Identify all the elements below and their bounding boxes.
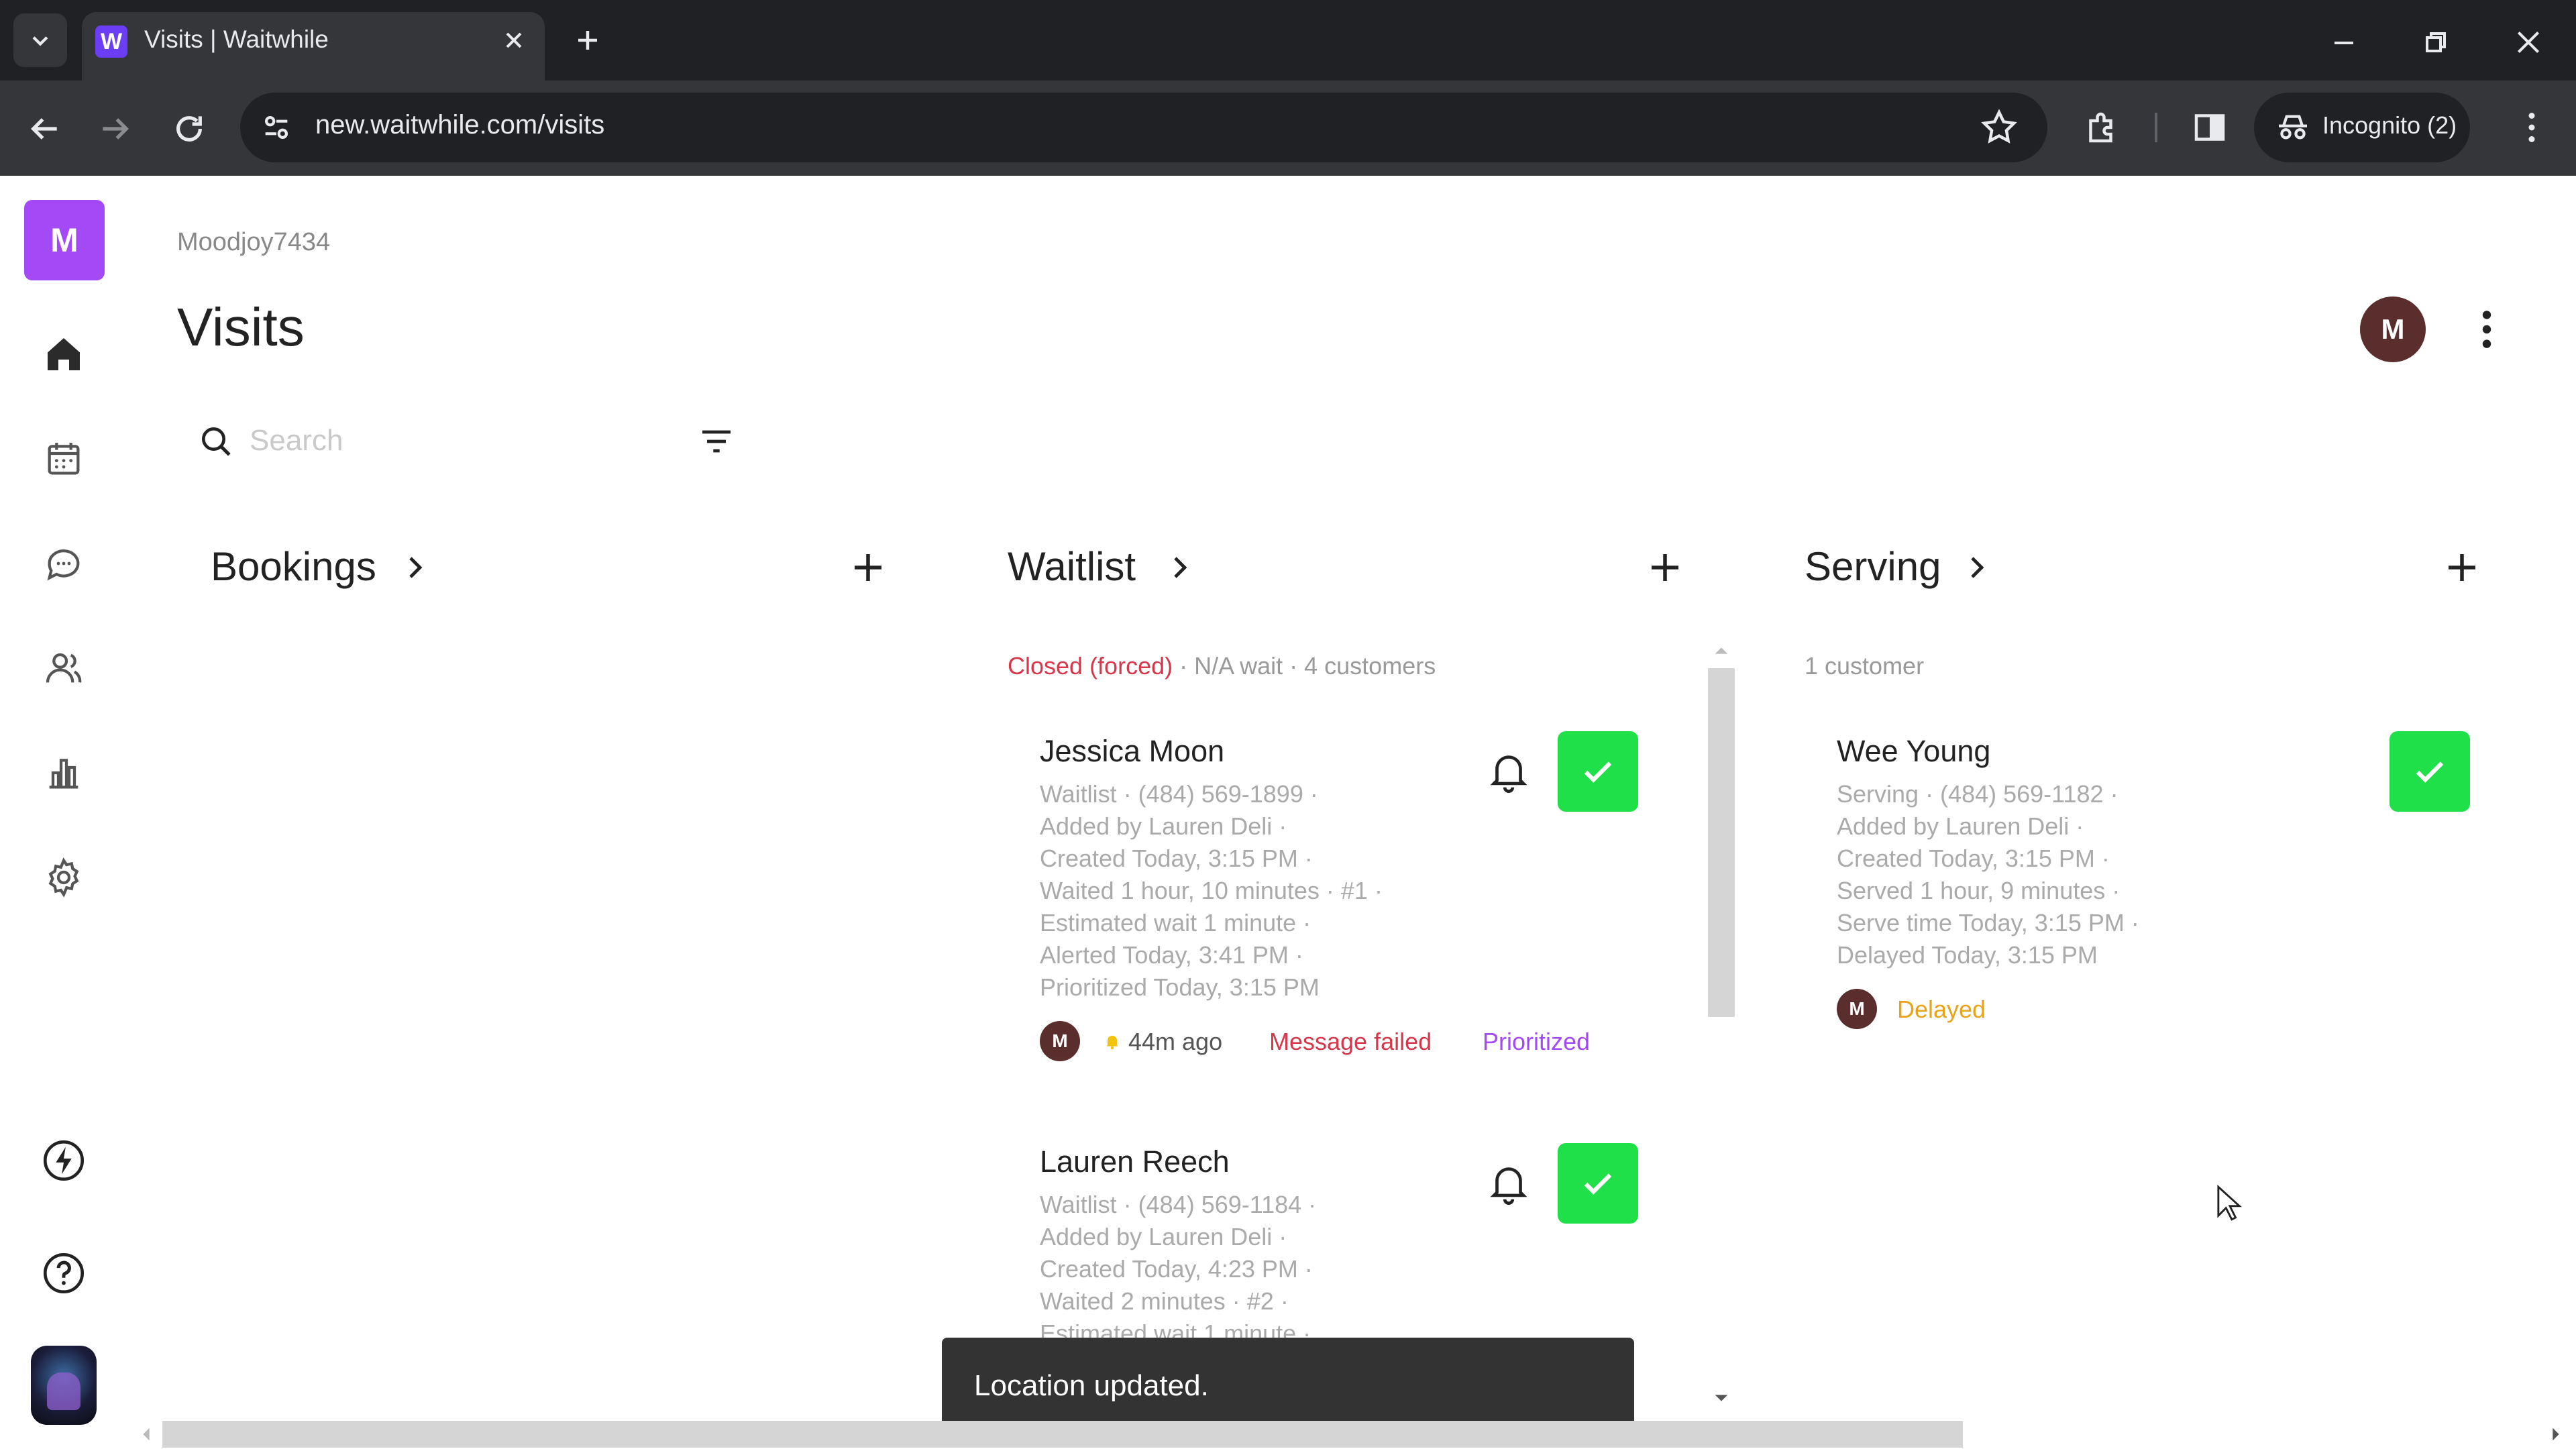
analytics-icon[interactable] [37,746,91,800]
extensions-icon[interactable] [2082,107,2123,148]
prioritized-tag: Prioritized [1483,1028,1591,1055]
close-tab-icon[interactable] [500,27,527,54]
header-avatar[interactable]: M [2360,297,2426,362]
complete-check-button[interactable] [2390,731,2470,812]
checkmark-icon [2416,761,2444,783]
user-profile-avatar[interactable] [31,1346,97,1425]
staff-avatar: M [1837,989,1877,1029]
card-detail-line: Prioritized Today, 3:15 PM [1040,973,1320,1001]
search-input[interactable]: Search [250,424,343,458]
card-detail-line: Serving · (484) 569-1182 · [1837,780,2118,808]
serving-column-title[interactable]: Serving [1805,543,1941,590]
card-detail-line: Estimated wait 1 minute · [1040,1320,1311,1338]
customer-name[interactable]: Lauren Reech [1040,1144,1230,1179]
notify-bell-icon[interactable] [1485,1159,1532,1206]
new-tab-icon[interactable] [572,24,604,56]
card-detail-line: Created Today, 3:15 PM · [1837,845,2110,872]
bookings-column-title[interactable]: Bookings [211,543,376,590]
add-booking-icon[interactable] [848,547,888,588]
customer-name[interactable]: Wee Young [1837,734,1990,769]
card-detail-line: Served 1 hour, 9 minutes · [1837,877,2121,904]
scroll-right-arrow-icon[interactable] [2549,1425,2563,1444]
scroll-up-arrow-icon[interactable] [1712,644,1731,657]
card-details: Waitlist · (484) 569-1184 · Added by Lau… [1040,1189,1316,1338]
back-arrow-icon[interactable] [25,110,63,148]
card-details: Serving · (484) 569-1182 · Added by Laur… [1837,778,2139,971]
search-icon [197,423,235,460]
waitlist-status: Closed (forced) · N/A wait · 4 customers [1008,652,1436,680]
settings-gear-icon[interactable] [37,851,91,904]
tab-search-button[interactable] [13,13,67,67]
favicon-icon: W [95,25,127,58]
incognito-label: Incognito (2) [2322,111,2457,139]
forward-arrow-icon[interactable] [97,110,134,148]
card-detail-line: Added by Lauren Deli · [1040,1223,1287,1250]
workspace-logo[interactable]: M [24,200,105,280]
scroll-down-arrow-icon[interactable] [1712,1391,1731,1405]
card-detail-line: Created Today, 4:23 PM · [1040,1255,1313,1283]
toolbar-divider [2155,113,2157,142]
waitlist-summary: · N/A wait · 4 customers [1179,652,1436,680]
waitlist-scrollbar[interactable] [1708,668,1735,1017]
card-detail-line: Serve time Today, 3:15 PM · [1837,909,2139,936]
account-name: Moodjoy7434 [177,228,331,256]
checkmark-icon [1584,1173,1612,1195]
message-failed-status[interactable]: Message failed [1269,1028,1432,1056]
filter-icon[interactable] [698,425,735,458]
browser-menu-icon[interactable] [2512,107,2552,148]
serve-check-button[interactable] [1558,1143,1638,1224]
card-detail-line: Alerted Today, 3:41 PM · [1040,941,1303,969]
calendar-icon[interactable] [37,432,91,486]
customer-name[interactable]: Jessica Moon [1040,734,1224,769]
staff-avatar: M [1040,1021,1080,1061]
serving-count: 1 customer [1805,652,1925,680]
restore-window-icon[interactable] [2419,27,2451,59]
chevron-right-icon[interactable] [1964,551,1991,584]
card-detail-line: Waitlist · (484) 569-1184 · [1040,1191,1317,1218]
more-options-icon[interactable] [2469,307,2505,352]
url-text[interactable]: new.waitwhile.com/visits [315,110,604,140]
reload-icon[interactable] [170,110,208,148]
waitlist-column-title[interactable]: Waitlist [1008,543,1136,590]
alert-bell-icon [1103,1030,1122,1052]
add-serving-icon[interactable] [2442,547,2482,588]
serve-check-button[interactable] [1558,731,1638,812]
chevron-down-icon [32,36,48,46]
alert-time: 44m ago [1128,1028,1223,1055]
card-detail-line: Waitlist · (484) 569-1899 · [1040,780,1318,808]
mouse-cursor-icon [2216,1185,2243,1224]
page-title: Visits [177,297,305,357]
notify-bell-icon[interactable] [1485,747,1532,794]
tab-title: Visits | Waitwhile [144,25,329,53]
card-detail-line: Waited 2 minutes · #2 · [1040,1287,1289,1315]
delayed-tag: Delayed [1897,996,1986,1023]
card-detail-line: Waited 1 hour, 10 minutes · #1 · [1040,877,1383,904]
card-detail-line: Created Today, 3:15 PM · [1040,845,1313,872]
toast-notification: Location updated. [942,1338,1634,1434]
scroll-left-arrow-icon[interactable] [140,1425,153,1444]
messages-icon[interactable] [37,537,91,590]
card-detail-line: Estimated wait 1 minute · [1040,909,1311,936]
home-icon[interactable] [37,327,91,381]
incognito-icon [2274,109,2312,146]
toast-message: Location updated. [974,1369,1209,1402]
customers-icon[interactable] [37,641,91,695]
card-detail-line: Added by Lauren Deli · [1837,812,2084,840]
horizontal-scrollbar[interactable] [162,1421,1963,1448]
bookmark-star-icon[interactable] [1979,107,2019,148]
add-waitlist-icon[interactable] [1645,547,1685,588]
card-detail-line: Added by Lauren Deli · [1040,812,1287,840]
chevron-right-icon[interactable] [402,551,429,584]
chevron-right-icon[interactable] [1167,551,1194,584]
checkmark-icon [1584,761,1612,783]
card-detail-line: Delayed Today, 3:15 PM [1837,941,2098,969]
close-window-icon[interactable] [2512,25,2545,59]
waitlist-closed-status[interactable]: Closed (forced) [1008,652,1173,680]
help-icon[interactable] [37,1246,91,1300]
whats-new-bolt-icon[interactable] [37,1134,91,1187]
minimize-window-icon[interactable] [2328,27,2360,59]
side-panel-icon[interactable] [2190,107,2230,148]
site-settings-icon[interactable] [258,109,295,146]
card-details: Waitlist · (484) 569-1899 · Added by Lau… [1040,778,1383,1004]
